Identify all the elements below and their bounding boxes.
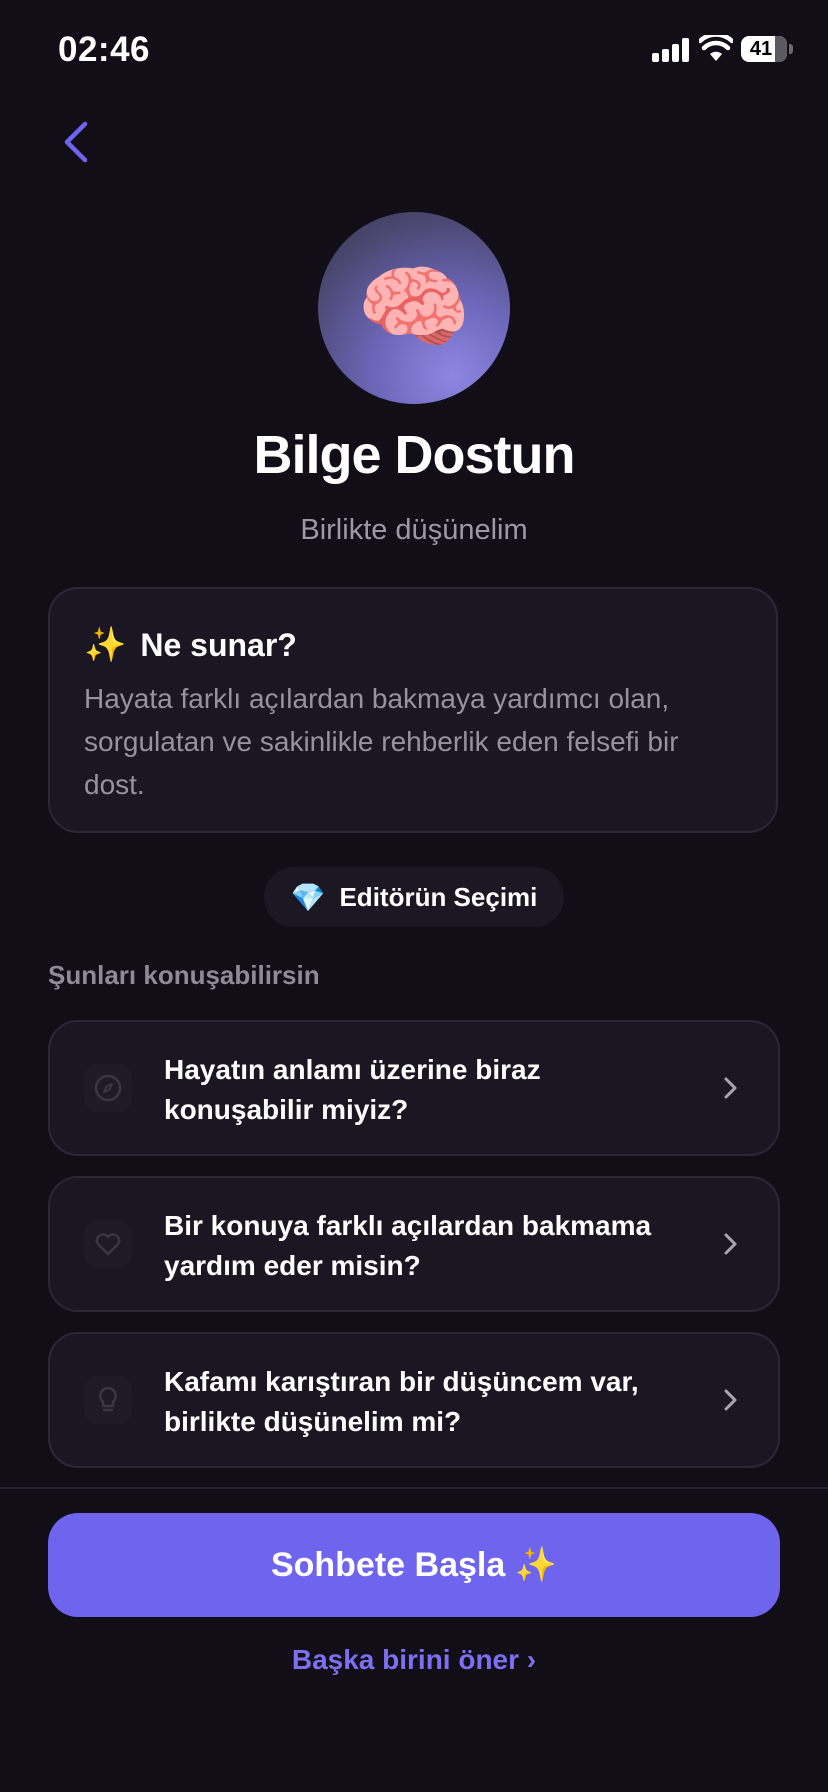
heart-icon xyxy=(84,1220,132,1268)
chevron-right-icon xyxy=(724,1077,737,1099)
topic-text: Bir konuya farklı açılardan bakmama yard… xyxy=(164,1210,652,1281)
battery-level: 41 xyxy=(749,38,773,60)
description-title: Ne sunar? xyxy=(140,626,297,663)
avatar: 🧠 xyxy=(318,212,510,404)
badge-label: Editörün Seçimi xyxy=(339,881,538,912)
start-chat-label: Sohbete Başla ✨ xyxy=(270,1546,558,1584)
chevron-right-icon xyxy=(724,1389,737,1411)
status-time: 02:46 xyxy=(58,30,151,69)
back-button[interactable] xyxy=(52,112,112,172)
chevron-right-icon xyxy=(724,1233,737,1255)
bottom-divider xyxy=(0,1487,828,1489)
status-bar: 02:46 41 xyxy=(0,0,828,100)
cellular-signal-icon xyxy=(652,38,692,62)
chevron-left-icon xyxy=(64,121,88,163)
topics-section-title: Şunları konuşabilirsin xyxy=(48,960,320,990)
gem-icon: 💎 xyxy=(290,881,326,913)
description-text: Hayata farklı açılardan bakmaya yardımcı… xyxy=(84,683,679,800)
topic-card-different-perspectives[interactable]: Bir konuya farklı açılardan bakmama yard… xyxy=(48,1176,780,1312)
sparkles-icon: ✨ xyxy=(84,626,127,664)
compass-icon xyxy=(84,1064,132,1112)
battery-tip xyxy=(789,44,793,54)
topic-card-meaning-of-life[interactable]: Hayatın anlamı üzerine biraz konuşabilir… xyxy=(48,1020,780,1156)
lightbulb-icon xyxy=(84,1376,132,1424)
start-chat-button[interactable]: Sohbete Başla ✨ xyxy=(48,1513,780,1617)
companion-detail-screen: 02:46 41 🧠 Bilge Dostun Birlikte düşünel… xyxy=(0,0,828,1792)
topic-text: Kafamı karıştıran bir düşüncem var, birl… xyxy=(164,1366,639,1437)
battery-icon: 41 xyxy=(741,36,787,62)
topic-text: Hayatın anlamı üzerine biraz konuşabilir… xyxy=(164,1054,541,1125)
companion-name: Bilge Dostun xyxy=(253,425,576,485)
suggest-another-link[interactable]: Başka birini öner › xyxy=(0,1644,828,1676)
topic-card-confusing-thought[interactable]: Kafamı karıştıran bir düşüncem var, birl… xyxy=(48,1332,780,1468)
description-header: ✨ Ne sunar? xyxy=(84,625,297,665)
wifi-icon xyxy=(699,35,733,61)
brain-icon: 🧠 xyxy=(356,257,472,359)
description-card: ✨ Ne sunar? Hayata farklı açılardan bakm… xyxy=(48,587,778,833)
companion-tagline: Birlikte düşünelim xyxy=(300,514,528,546)
editors-choice-badge: 💎 Editörün Seçimi xyxy=(264,867,564,927)
